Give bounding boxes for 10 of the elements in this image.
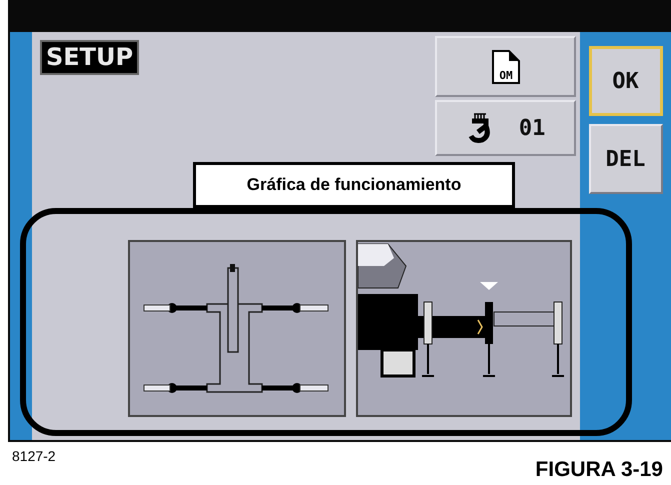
hook-number: 01 (518, 114, 546, 142)
hook-button[interactable]: 01 (435, 100, 576, 156)
callout-label: Gráfica de funcionamiento (193, 162, 515, 208)
setup-title: SETUP (40, 40, 140, 75)
figure-code: 8127-2 (12, 446, 56, 466)
side-button[interactable]: OK (588, 46, 662, 116)
figure-number: FIGURA 3-19 (535, 456, 663, 482)
file-button[interactable]: OM (435, 36, 576, 97)
document-icon: OM (490, 50, 520, 84)
side-button[interactable]: DEL (588, 124, 662, 194)
